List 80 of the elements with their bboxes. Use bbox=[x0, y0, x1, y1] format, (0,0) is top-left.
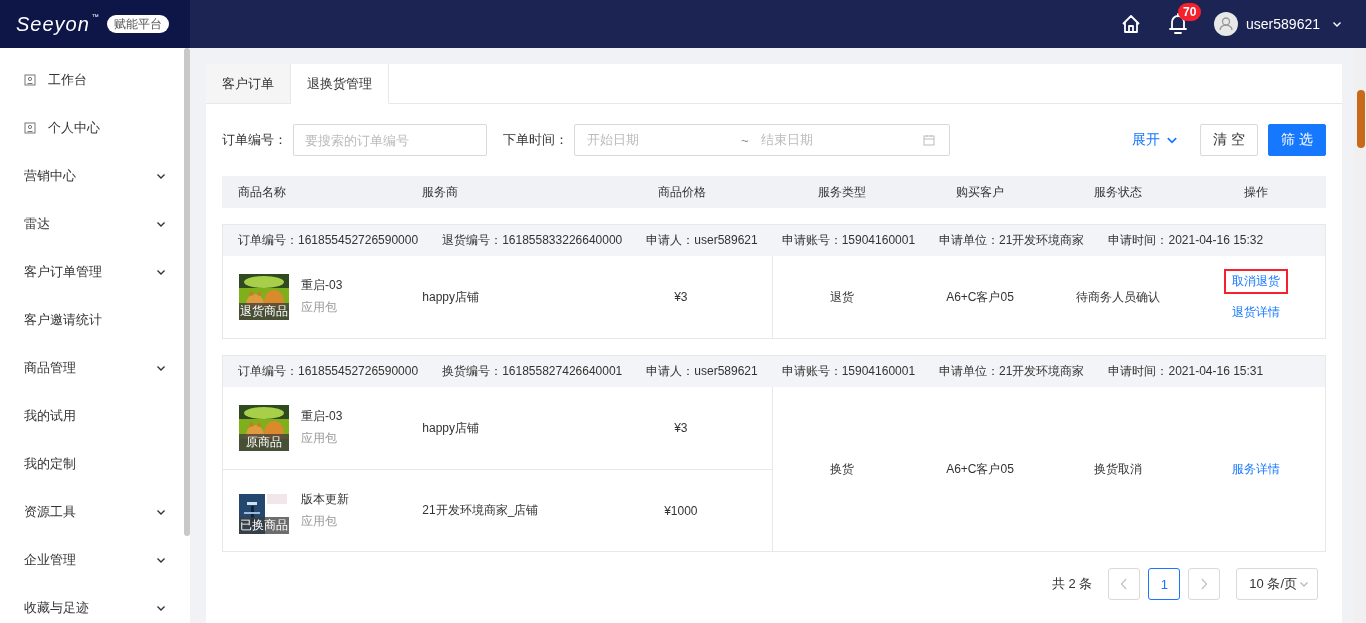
product-name: 重启-03 bbox=[301, 277, 343, 294]
scrollbar[interactable] bbox=[184, 48, 190, 536]
table-cell: 退货 bbox=[830, 288, 854, 306]
total-count: 共 2 条 bbox=[1051, 575, 1093, 593]
sidebar-item[interactable]: 商品管理 bbox=[0, 344, 184, 392]
page-icon bbox=[24, 74, 36, 86]
product-name: 版本更新 bbox=[301, 490, 349, 508]
field-label: 下单时间： bbox=[503, 131, 568, 149]
username[interactable]: user589621 bbox=[1246, 16, 1320, 32]
order-info: 申请单位：21开发环境商家 bbox=[939, 363, 1085, 380]
table-cell: 换货取消 bbox=[1094, 460, 1142, 478]
sidebar-item[interactable]: 营销中心 bbox=[0, 152, 184, 200]
notification-badge: 70 bbox=[1178, 3, 1202, 21]
order-info: 申请时间：2021-04-16 15:32 bbox=[1108, 232, 1264, 249]
table-cell: ¥3 bbox=[674, 421, 688, 435]
table-cell: ¥1000 bbox=[664, 503, 698, 518]
table-cell: ¥3 bbox=[674, 290, 688, 304]
order-info: 申请人：user589621 bbox=[646, 363, 758, 380]
sidebar-item[interactable]: 企业管理 bbox=[0, 536, 184, 584]
sidebar-item[interactable]: 资源工具 bbox=[0, 488, 184, 536]
sidebar-item[interactable]: 我的试用 bbox=[0, 392, 184, 440]
page-icon bbox=[24, 122, 36, 134]
sidebar-item[interactable]: 个人中心 bbox=[0, 104, 184, 152]
sidebar-item[interactable]: 客户订单管理 bbox=[0, 248, 184, 296]
product-type: 应用包 bbox=[301, 512, 338, 530]
expand-link[interactable]: 展开 bbox=[1132, 131, 1179, 149]
action-link[interactable]: 退货详情 bbox=[1224, 300, 1288, 325]
thumbnail-label: 退货商品 bbox=[239, 303, 289, 320]
page-size-select[interactable]: 10 条/页 bbox=[1236, 568, 1318, 600]
table-cell: A6+C客户05 bbox=[946, 288, 1014, 306]
sidebar-item[interactable]: 客户邀请统计 bbox=[0, 296, 184, 344]
product-name: 重启-03 bbox=[301, 408, 343, 425]
sidebar-item[interactable]: 我的定制 bbox=[0, 440, 184, 488]
column-header: 服务商 bbox=[421, 183, 459, 201]
caret-icon bbox=[1299, 579, 1309, 589]
product-type: 应用包 bbox=[301, 299, 338, 316]
previous-icon[interactable] bbox=[1120, 578, 1129, 590]
order-info: 申请人：user589621 bbox=[646, 232, 758, 249]
order-info: 申请账号：15904160001 bbox=[781, 232, 916, 249]
sidebar-item[interactable]: 工作台 bbox=[0, 56, 184, 104]
page-button[interactable]: 1 bbox=[1148, 568, 1181, 600]
order-info: 申请时间：2021-04-16 15:31 bbox=[1108, 363, 1264, 380]
logo: Seeyon bbox=[16, 13, 90, 35]
clear-button[interactable]: 清 空 bbox=[1200, 124, 1259, 156]
calendar-icon bbox=[923, 134, 935, 146]
order-info: 退货编号：161855833226640000 bbox=[442, 232, 623, 249]
column-header: 操作 bbox=[1243, 183, 1269, 201]
column-header: 商品价格 bbox=[656, 183, 707, 201]
order-info: 换货编号：161855827426640001 bbox=[442, 363, 623, 380]
action-link[interactable]: 服务详情 bbox=[1224, 456, 1288, 482]
sidebar-item[interactable]: 雷达 bbox=[0, 200, 184, 248]
platform-badge: 赋能平台 bbox=[106, 15, 169, 33]
table-cell: 换货 bbox=[830, 460, 854, 478]
filter-button[interactable]: 筛 选 bbox=[1268, 124, 1326, 156]
product-type: 应用包 bbox=[301, 430, 338, 447]
avatar-icon bbox=[1214, 12, 1239, 36]
table-cell: 21开发环境商家_店铺 bbox=[422, 502, 539, 519]
tab[interactable]: 退换货管理 bbox=[291, 64, 389, 104]
sidebar-item[interactable]: 收藏与足迹 bbox=[0, 584, 184, 623]
table-cell: A6+C客户05 bbox=[946, 460, 1014, 478]
field-label: 订单编号： bbox=[222, 131, 287, 149]
table-cell: 待商务人员确认 bbox=[1076, 288, 1160, 306]
column-header: 服务类型 bbox=[817, 183, 867, 201]
column-header: 商品名称 bbox=[237, 183, 287, 201]
search-field[interactable]: 要搜索的订单编号 bbox=[293, 124, 487, 156]
table-cell: happy店铺 bbox=[422, 419, 480, 437]
next-icon[interactable] bbox=[1200, 578, 1209, 590]
table-cell: happy店铺 bbox=[422, 288, 480, 306]
action-link[interactable]: 取消退货 bbox=[1224, 269, 1288, 294]
caret-icon bbox=[1332, 19, 1342, 29]
order-info: 订单编号：161855452726590000 bbox=[238, 363, 419, 380]
order-info: 申请单位：21开发环境商家 bbox=[939, 232, 1085, 249]
column-header: 购买客户 bbox=[955, 183, 1005, 201]
column-header: 服务状态 bbox=[1093, 183, 1143, 201]
order-info: 申请账号：15904160001 bbox=[781, 363, 916, 380]
order-info: 订单编号：161855452726590000 bbox=[238, 232, 419, 249]
date-range-field[interactable]: 开始日期 ~ 结束日期 bbox=[574, 124, 950, 156]
scrollbar[interactable] bbox=[1357, 90, 1365, 148]
tab[interactable]: 客户订单 bbox=[206, 64, 291, 103]
thumbnail-label: 原商品 bbox=[239, 434, 289, 451]
